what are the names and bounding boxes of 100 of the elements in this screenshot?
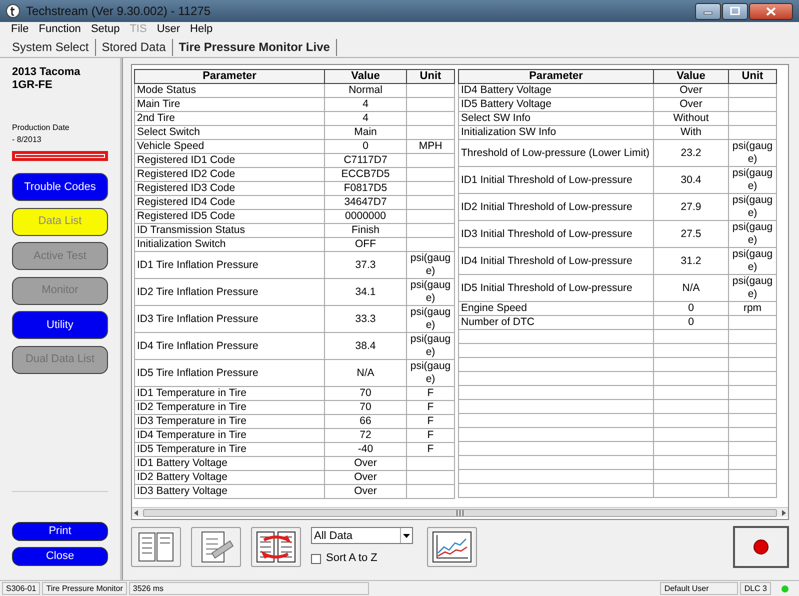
swap-columns-icon (256, 531, 296, 563)
parameter-cell: Initialization SW Info (458, 126, 654, 140)
unit-cell: psi(gauge) (728, 248, 776, 274)
sort-label[interactable]: Sort A to Z (326, 550, 378, 567)
data-filter-dropdown[interactable]: All Data (311, 527, 413, 544)
value-cell: Over (654, 98, 728, 112)
left-arrow-icon (132, 508, 140, 516)
menu-item[interactable]: Function (34, 22, 86, 37)
column-header: Value (324, 70, 406, 84)
parameter-cell: Initialization Switch (134, 238, 324, 252)
parameter-cell: ID1 Battery Voltage (134, 456, 324, 470)
maximize-icon (730, 7, 740, 15)
document-button[interactable] (191, 527, 241, 567)
value-cell: Over (324, 484, 406, 498)
unit-cell: psi(gauge) (728, 140, 776, 166)
unit-cell: rpm (728, 302, 776, 316)
function-button[interactable]: Trouble Codes (12, 173, 108, 201)
value-cell: N/A (324, 360, 406, 386)
parameter-cell: ID4 Tire Inflation Pressure (134, 332, 324, 360)
caret-icon (403, 534, 410, 538)
value-cell: 0 (324, 140, 406, 154)
value-cell: 27.9 (654, 194, 728, 220)
horizontal-scrollbar[interactable] (132, 507, 788, 517)
parameter-cell: Registered ID3 Code (134, 182, 324, 196)
unit-cell: F (406, 414, 454, 428)
unit-cell: psi(gauge) (406, 278, 454, 306)
production-date-value: - 8/2013 (12, 134, 42, 146)
value-cell: OFF (324, 238, 406, 252)
column-header: Value (654, 70, 728, 84)
value-cell: 72 (324, 428, 406, 442)
value-cell: Over (654, 84, 728, 98)
function-button[interactable]: Utility (12, 311, 108, 339)
parameter-cell: ID1 Initial Threshold of Low-pressure (458, 166, 654, 194)
column-header: Unit (406, 70, 454, 84)
value-cell: 31.2 (654, 248, 728, 274)
maximize-button[interactable] (722, 2, 748, 20)
parameter-cell: ID5 Initial Threshold of Low-pressure (458, 274, 654, 302)
value-cell: Finish (324, 224, 406, 238)
parameter-cell: Registered ID2 Code (134, 168, 324, 182)
value-cell: 37.3 (324, 252, 406, 278)
value-cell: 66 (324, 414, 406, 428)
value-cell: 34.1 (324, 278, 406, 306)
parameter-cell: ID4 Initial Threshold of Low-pressure (458, 248, 654, 274)
menu-item[interactable]: File (6, 22, 34, 37)
parameter-cell: ID1 Tire Inflation Pressure (134, 252, 324, 278)
parameter-cell: ID5 Battery Voltage (458, 98, 654, 112)
value-cell: 30.4 (654, 166, 728, 194)
column-header: Unit (728, 70, 776, 84)
value-cell: 23.2 (654, 140, 728, 166)
graph-button[interactable] (427, 527, 477, 567)
grip-icon (456, 510, 464, 516)
tab[interactable]: Stored Data (96, 38, 173, 56)
parameter-cell: Number of DTC (458, 316, 654, 330)
parameter-cell: ID3 Initial Threshold of Low-pressure (458, 220, 654, 248)
tab[interactable]: System Select (6, 38, 96, 56)
value-cell: 70 (324, 400, 406, 414)
vehicle-model: 2013 Tacoma (12, 66, 82, 79)
parameter-cell: Main Tire (134, 98, 324, 112)
tab[interactable]: Tire Pressure Monitor Live (172, 38, 337, 56)
menu-item[interactable]: Setup (86, 22, 125, 37)
column-header: Parameter (134, 70, 324, 84)
value-cell: 33.3 (324, 306, 406, 332)
parameter-cell: ID3 Battery Voltage (134, 484, 324, 498)
action-button[interactable]: Print (12, 522, 108, 541)
status-field: DLC 3 (740, 582, 771, 595)
action-button[interactable]: Close (12, 547, 108, 566)
production-date-label: Production Date (12, 122, 70, 134)
record-icon (753, 539, 769, 555)
parameter-cell: Mode Status (134, 84, 324, 98)
value-cell: Over (324, 456, 406, 470)
unit-cell: psi(gauge) (406, 360, 454, 386)
status-field: 3526 ms (128, 582, 369, 595)
close-icon (766, 6, 776, 16)
value-cell: 34647D7 (324, 196, 406, 210)
parameter-cell: ID2 Tire Inflation Pressure (134, 278, 324, 306)
value-cell: N/A (654, 274, 728, 302)
unit-cell: psi(gauge) (406, 306, 454, 332)
value-cell: F0817D5 (324, 182, 406, 196)
unit-cell: psi(gauge) (728, 220, 776, 248)
minimize-button[interactable] (695, 2, 721, 20)
parameter-cell: ID4 Battery Voltage (458, 84, 654, 98)
parameter-cell: ID5 Temperature in Tire (134, 442, 324, 456)
list-compare-button[interactable] (131, 527, 181, 567)
engine-code: 1GR-FE (12, 79, 54, 92)
unit-cell: psi(gauge) (728, 274, 776, 302)
menu-item[interactable]: User (152, 22, 186, 37)
value-cell: Normal (324, 84, 406, 98)
status-field: Tire Pressure Monitor (42, 582, 127, 595)
menu-item[interactable]: Help (185, 22, 218, 37)
sort-checkbox[interactable] (311, 554, 321, 564)
swap-columns-button[interactable] (251, 527, 301, 567)
parameter-cell: ID Transmission Status (134, 224, 324, 238)
value-cell: ECCB7D5 (324, 168, 406, 182)
app-icon (6, 4, 20, 18)
record-button[interactable] (733, 526, 789, 568)
value-cell: 4 (324, 112, 406, 126)
status-field: S306-01 (2, 582, 40, 595)
unit-cell: psi(gauge) (728, 166, 776, 194)
parameter-cell: ID2 Battery Voltage (134, 470, 324, 484)
close-button[interactable] (749, 2, 793, 20)
